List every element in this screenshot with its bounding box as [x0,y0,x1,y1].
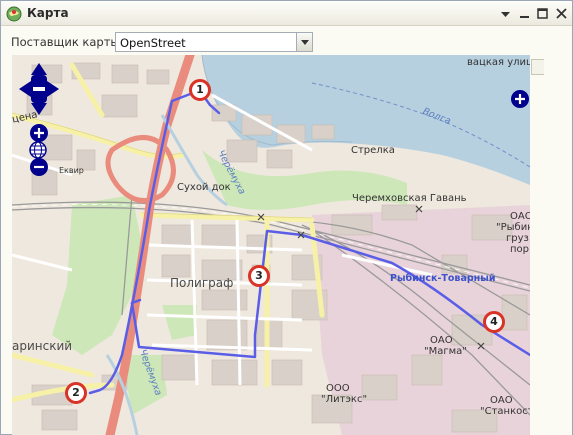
provider-select[interactable]: OpenStreet [115,32,313,52]
route-marker-4[interactable]: 4 [483,311,505,333]
pan-up-icon [31,63,47,75]
title-bar: Карта [1,1,572,26]
provider-row: Поставщик карты: OpenStreet [1,27,572,55]
provider-dropdown-button[interactable] [296,33,312,51]
minimize-button[interactable] [516,5,533,22]
map-window: Карта Поставщик карты: OpenStreet вацкая… [0,0,573,435]
provider-value: OpenStreet [120,36,186,50]
route-marker-2[interactable]: 2 [65,382,87,404]
pan-left-icon [19,81,31,97]
minimize-icon [520,16,529,18]
menu-icon [501,12,510,17]
route-marker-1[interactable]: 1 [189,79,211,101]
window-menu-button[interactable] [497,5,514,22]
zoom-out-button[interactable] [29,157,49,177]
window-title: Карта [27,6,69,20]
maximize-button[interactable] [534,5,551,22]
pan-down-icon [31,103,47,115]
vertical-scrollbar[interactable] [530,55,545,435]
zoom-in-button[interactable] [29,123,49,143]
chevron-down-icon [301,40,309,45]
layer-switcher-button[interactable] [510,89,530,109]
maximize-icon [537,8,548,19]
pan-control[interactable] [19,63,59,115]
pan-right-icon [47,81,59,97]
close-button[interactable] [553,5,570,22]
route-marker-3[interactable]: 3 [248,265,270,287]
map-app-icon [6,6,22,22]
right-pane [544,55,572,435]
map-canvas[interactable] [12,55,530,435]
close-icon [556,8,567,19]
provider-label: Поставщик карты: [11,35,124,49]
scrollbar-thumb[interactable] [531,59,545,75]
map-viewport[interactable]: вацкая улица Волга Стрелка Сухой док Чер… [12,55,530,435]
